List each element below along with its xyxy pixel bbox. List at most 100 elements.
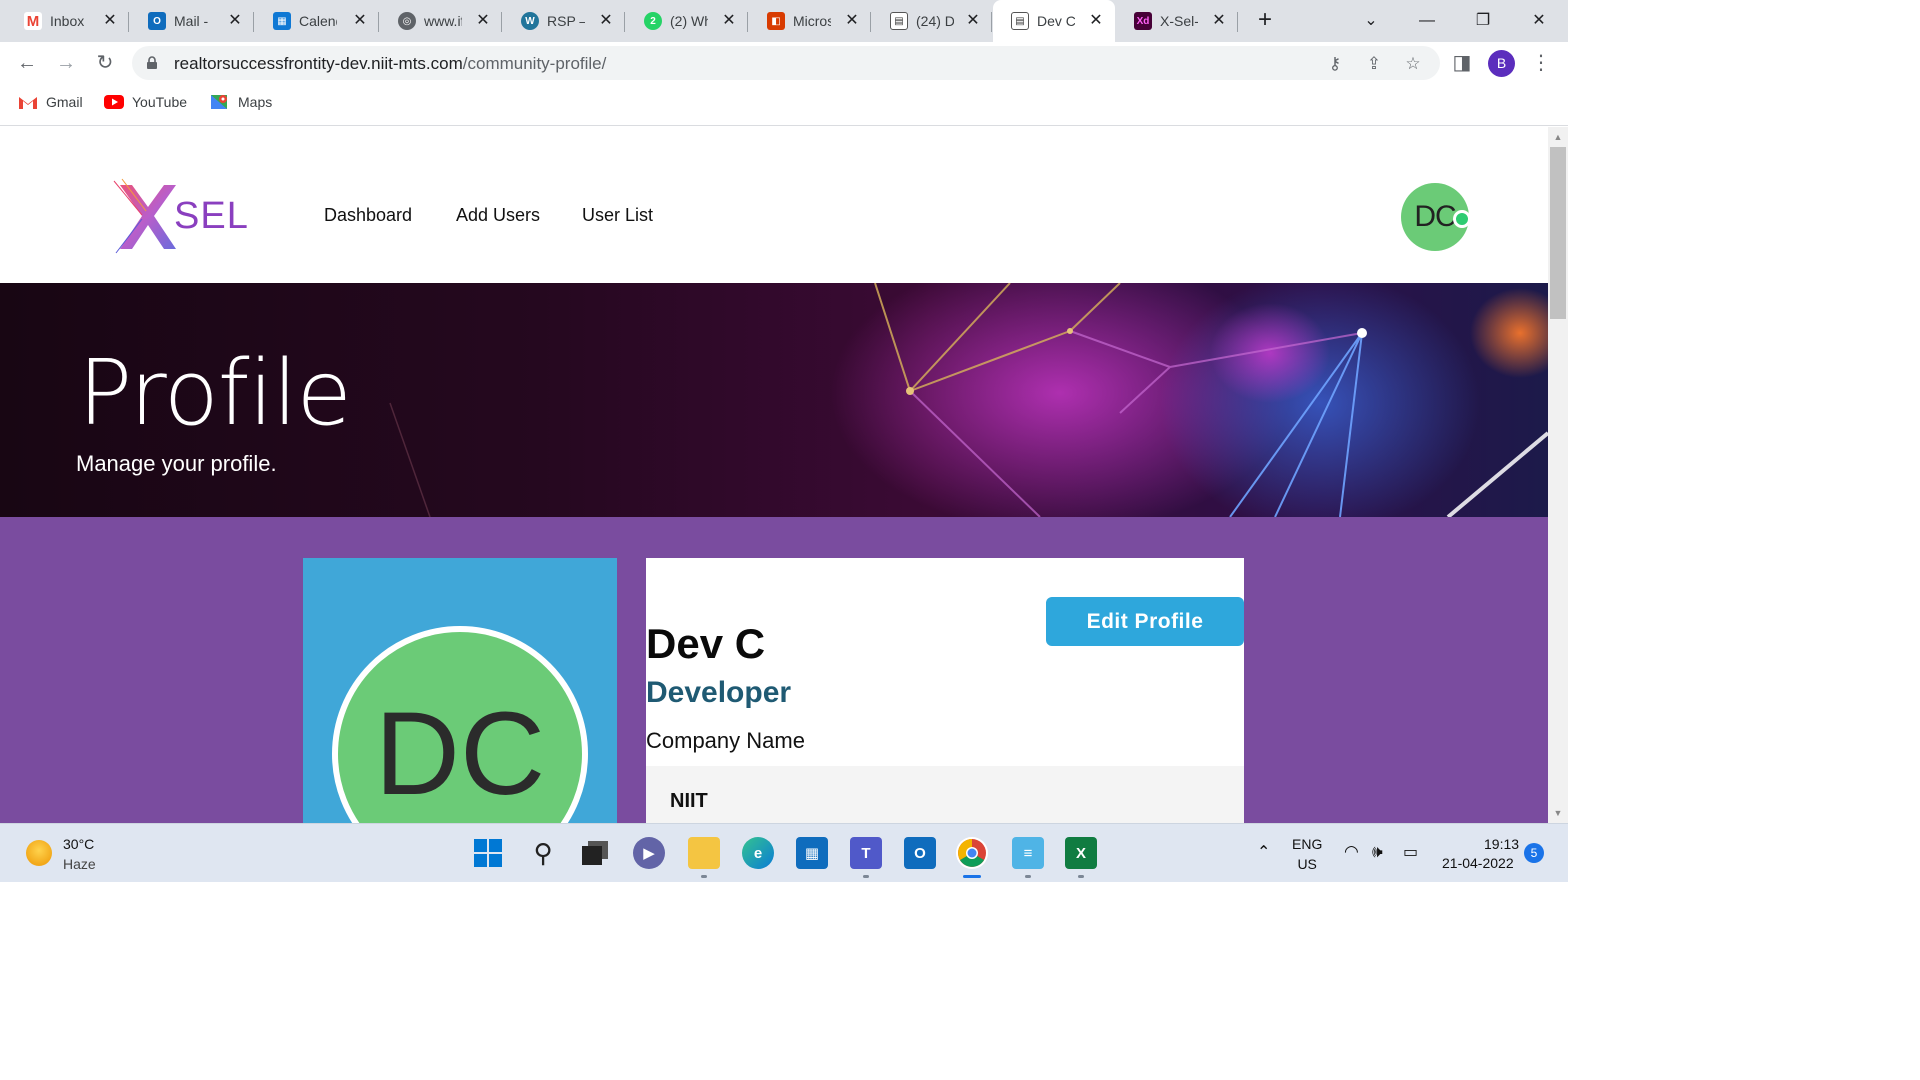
tab-label: Inbox ( [50,13,88,29]
chevron-up-icon[interactable]: ⌃ [1257,842,1270,862]
url-text: realtorsuccessfrontity-dev.niit-mts.com/… [174,54,606,74]
nav-user-list[interactable]: User List [582,205,653,226]
tab-calendar[interactable]: ▦ Calend ✕ [255,0,379,42]
teams-chat-icon[interactable]: ▶ [633,837,665,869]
start-button-icon[interactable] [472,837,504,869]
edit-profile-button[interactable]: Edit Profile [1046,597,1244,646]
region-label: US [1297,856,1317,872]
volume-icon[interactable]: 🕪 [1372,842,1383,862]
page-icon: ▤ [1011,12,1029,30]
tab-whatsapp[interactable]: 2 (2) Wh ✕ [626,0,748,42]
chrome-icon[interactable] [956,837,988,869]
close-window-icon[interactable]: ✕ [1525,8,1553,34]
close-icon[interactable]: ✕ [474,12,492,30]
language-label: ENG [1292,836,1323,852]
bookmark-youtube[interactable]: YouTube [104,94,187,110]
notification-badge[interactable]: 5 [1524,843,1544,863]
star-icon[interactable]: ☆ [1402,53,1424,75]
maps-icon [211,95,227,109]
tab-da[interactable]: ▤ (24) Da ✕ [872,0,992,42]
restore-icon[interactable]: ❐ [1469,8,1497,34]
close-icon[interactable]: ✕ [351,12,369,30]
tab-search-icon[interactable]: ⌄ [1357,8,1385,34]
file-explorer-icon[interactable] [688,837,720,869]
site-header: SEL Dashboard Add Users User List DC [0,127,1548,283]
excel-icon[interactable]: X [1065,837,1097,869]
new-tab-button[interactable]: + [1252,8,1278,34]
tab-dev-c-active[interactable]: ▤ Dev C ✕ [993,0,1115,42]
tab-mail[interactable]: O Mail - ✕ [130,0,254,42]
wordpress-icon: W [521,12,539,30]
close-icon[interactable]: ✕ [597,12,615,30]
tab-microsoft[interactable]: ◧ Micros ✕ [749,0,871,42]
side-panel-icon[interactable]: ◨ [1450,51,1474,75]
close-icon[interactable]: ✕ [1210,12,1228,30]
running-indicator [701,875,707,878]
weather-sun-icon[interactable] [26,840,52,866]
company-name-field: NIIT [646,766,1244,823]
page-icon: ▤ [890,12,908,30]
bookmark-maps[interactable]: Maps [210,94,272,110]
close-icon[interactable]: ✕ [1087,12,1105,30]
close-icon[interactable]: ✕ [101,12,119,30]
weather-condition[interactable]: Haze [63,856,96,872]
tab-label: Calend [299,13,337,29]
tab-xsel[interactable]: Xd X-Sel- ✕ [1116,0,1238,42]
scroll-down-arrow-icon[interactable]: ▼ [1552,807,1564,819]
search-icon[interactable]: ⚲ [527,837,559,869]
address-bar[interactable]: realtorsuccessfrontity-dev.niit-mts.com/… [132,46,1440,80]
outlook-icon[interactable]: O [904,837,936,869]
share-icon[interactable]: ⇪ [1363,53,1385,75]
x-logo-mark-icon [113,178,176,254]
browser-profile-avatar[interactable]: B [1488,50,1515,77]
close-icon[interactable]: ✕ [843,12,861,30]
tab-inbox[interactable]: M Inbox ( ✕ [6,0,129,42]
tab-label: Mail - [174,13,209,29]
edge-browser-icon[interactable]: e [742,837,774,869]
profile-hero-banner: Profile Manage your profile. [0,283,1548,517]
minimize-icon[interactable]: — [1413,8,1441,34]
notepad-icon[interactable]: ≡ [1012,837,1044,869]
menu-kebab-icon[interactable]: ⋮ [1529,51,1553,75]
microsoft-store-icon[interactable]: ▦ [796,837,828,869]
key-icon[interactable]: ⚷ [1324,53,1346,75]
browser-toolbar: ← → ↻ realtorsuccessfrontity-dev.niit-mt… [0,42,1568,84]
task-view-icon[interactable] [579,837,611,869]
wifi-icon[interactable]: ◠ [1344,842,1359,862]
page-title: Profile [78,341,352,446]
gmail-icon [19,97,37,109]
close-icon[interactable]: ✕ [964,12,982,30]
nav-add-users[interactable]: Add Users [456,205,540,226]
battery-icon[interactable]: ▭ [1403,842,1418,862]
clock-time[interactable]: 19:13 [1484,836,1519,852]
nav-dashboard[interactable]: Dashboard [324,205,412,226]
scrollbar-thumb[interactable] [1550,147,1566,319]
close-icon[interactable]: ✕ [720,12,738,30]
xsel-logo[interactable]: SEL [112,177,252,255]
profile-info-card: Edit Profile Dev C Developer Company Nam… [646,558,1244,823]
profile-name: Dev C [646,620,766,667]
bookmark-gmail[interactable]: Gmail [18,94,83,110]
profile-avatar-card: DC [303,558,617,823]
whatsapp-icon: 2 [644,12,662,30]
clock-date[interactable]: 21-04-2022 [1442,855,1514,871]
tab-www[interactable]: ◎ www.if ✕ [380,0,502,42]
bookmark-label: Maps [238,94,273,110]
teams-icon[interactable]: T [850,837,882,869]
tab-label: X-Sel- [1160,13,1198,29]
scroll-up-arrow-icon[interactable]: ▲ [1552,131,1564,143]
page-scrollbar[interactable]: ▲ ▼ [1548,127,1568,823]
back-arrow-icon[interactable]: ← [15,51,39,75]
language-indicator[interactable]: ENG US [1292,836,1322,872]
profile-role: Developer [646,676,792,709]
page-subtitle: Manage your profile. [76,451,277,476]
tab-label: Micros [793,13,831,29]
tab-rsp[interactable]: W RSP – ✕ [503,0,625,42]
weather-temperature[interactable]: 30°C [63,836,94,852]
tab-label: (2) Wh [670,13,708,29]
forward-arrow-icon[interactable]: → [54,51,78,75]
tab-label: Dev C [1037,13,1075,29]
reload-icon[interactable]: ↻ [93,51,117,75]
outlook-icon: O [148,12,166,30]
close-icon[interactable]: ✕ [226,12,244,30]
